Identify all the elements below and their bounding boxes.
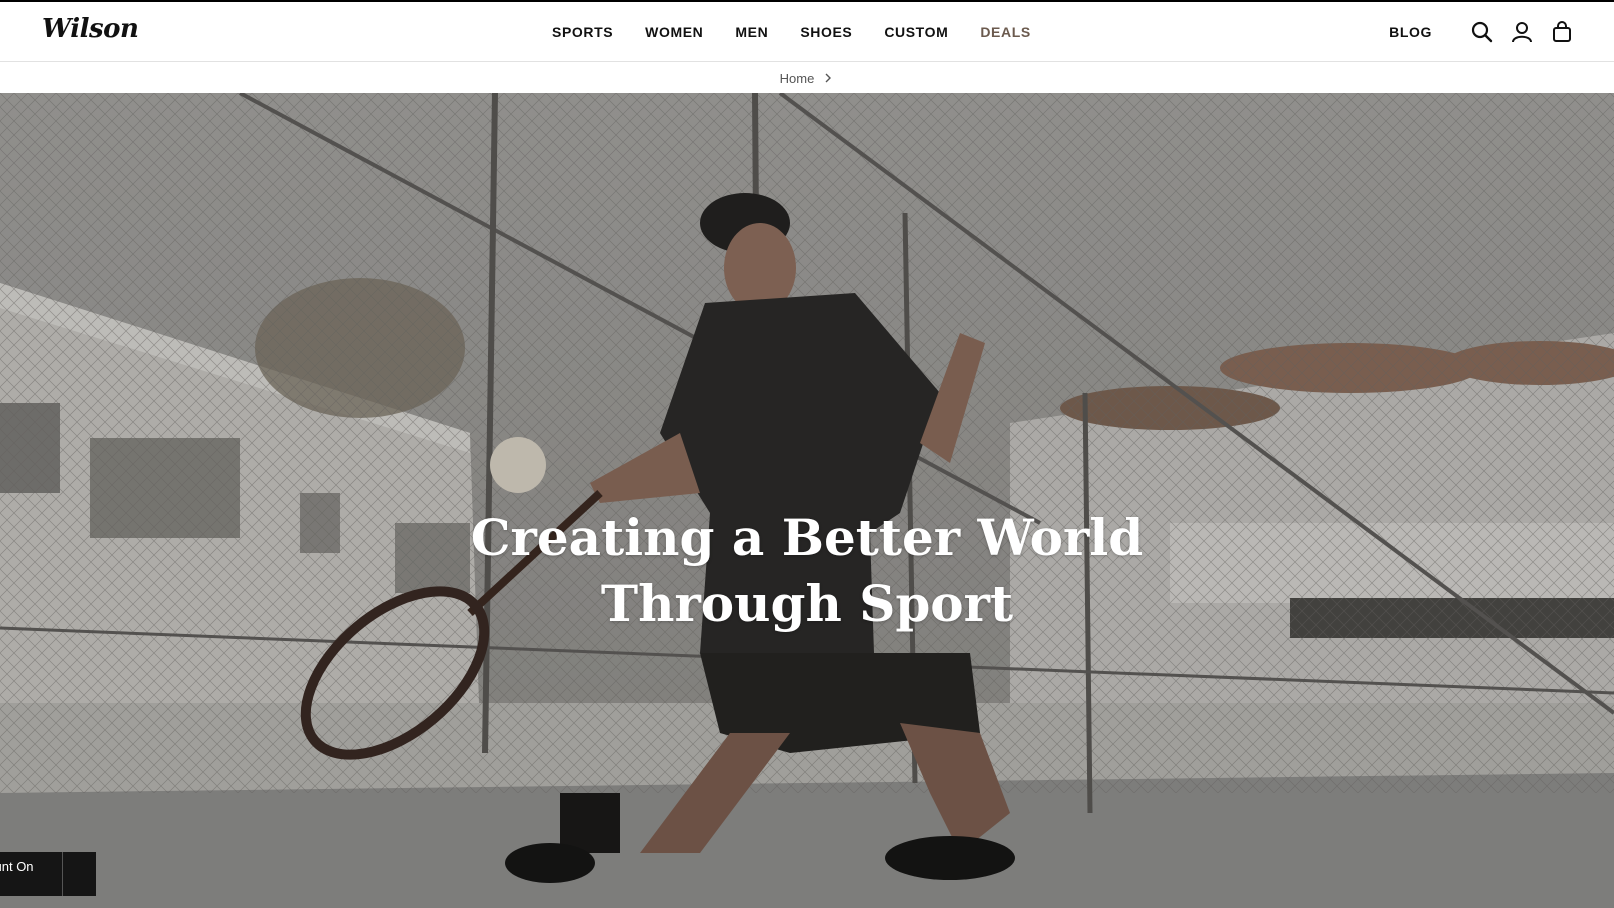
search-icon[interactable]	[1470, 20, 1494, 44]
promo-divider	[62, 852, 63, 896]
discount-promo-tab[interactable]: Discount On Order!	[0, 852, 96, 896]
wilson-logo[interactable]: Wilson	[42, 14, 139, 44]
breadcrumb-home[interactable]: Home	[780, 71, 815, 86]
hero-title-line-1: Creating a Better World	[470, 508, 1144, 567]
cart-icon[interactable]	[1550, 20, 1574, 44]
blog-link[interactable]: BLOG	[1389, 24, 1432, 40]
header-utilities: BLOG	[1389, 2, 1574, 62]
nav-shoes[interactable]: SHOES	[800, 24, 852, 40]
hero-image	[0, 93, 1614, 908]
account-icon[interactable]	[1510, 20, 1534, 44]
hero-title: Creating a Better World Through Sport	[0, 505, 1614, 637]
hero-banner: Creating a Better World Through Sport	[0, 93, 1614, 908]
nav-women[interactable]: WOMEN	[645, 24, 703, 40]
hero-title-line-2: Through Sport	[600, 574, 1014, 633]
breadcrumb: Home	[0, 63, 1614, 93]
nav-sports[interactable]: SPORTS	[552, 24, 613, 40]
nav-custom[interactable]: CUSTOM	[884, 24, 948, 40]
main-nav: SPORTS WOMEN MEN SHOES CUSTOM DEALS	[552, 2, 1031, 62]
site-header: Wilson SPORTS WOMEN MEN SHOES CUSTOM DEA…	[0, 2, 1614, 62]
chevron-right-icon	[824, 73, 834, 83]
nav-deals[interactable]: DEALS	[980, 24, 1030, 40]
nav-men[interactable]: MEN	[735, 24, 768, 40]
promo-text: Discount On Order!	[0, 859, 34, 874]
